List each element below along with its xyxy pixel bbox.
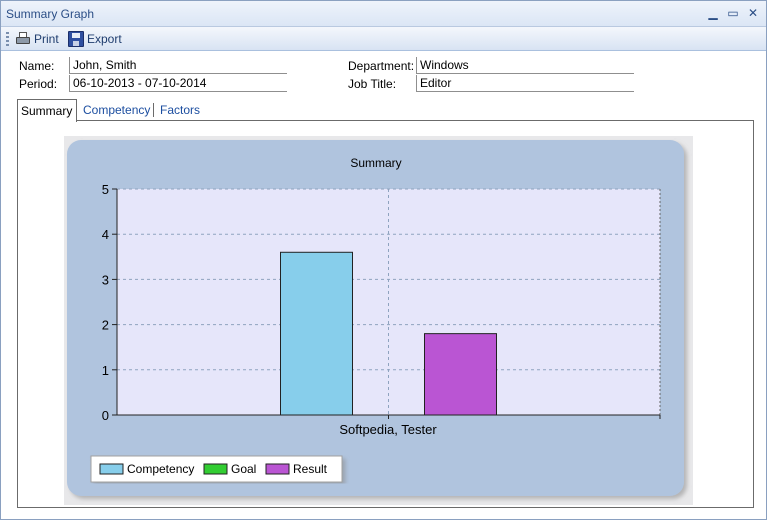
name-label: Name: bbox=[19, 59, 55, 73]
print-label: Print bbox=[34, 32, 59, 46]
legend: Competency Goal Result bbox=[90, 455, 343, 483]
y-tick-label: 5 bbox=[102, 182, 109, 197]
chart-title: Summary bbox=[350, 156, 401, 170]
bar-competency bbox=[280, 251, 353, 416]
window-title: Summary Graph bbox=[6, 7, 95, 21]
department-field[interactable]: Windows bbox=[416, 57, 634, 74]
y-tick-label: 2 bbox=[102, 318, 109, 333]
x-category-label: Softpedia, Tester bbox=[339, 422, 437, 437]
summary-chart: Summary 0 1 2 3 4 5 Softpedia, Tester Compete… bbox=[67, 140, 684, 496]
name-field[interactable]: John, Smith bbox=[69, 57, 287, 74]
minimize-button[interactable]: ▁ bbox=[706, 6, 720, 20]
close-button[interactable]: ✕ bbox=[746, 6, 760, 20]
period-label: Period: bbox=[19, 77, 58, 91]
maximize-button[interactable]: ▭ bbox=[726, 6, 740, 20]
bar-result bbox=[424, 333, 497, 416]
tab-separator bbox=[153, 103, 154, 117]
y-tick-label: 0 bbox=[102, 408, 109, 423]
job-title-label: Job Title: bbox=[348, 77, 397, 91]
print-button[interactable]: Print bbox=[15, 30, 59, 48]
export-button[interactable]: Export bbox=[68, 30, 122, 48]
legend-label-competency: Competency bbox=[127, 462, 194, 476]
toolbar: Print Export bbox=[1, 27, 766, 51]
tab-competency[interactable]: Competency bbox=[80, 99, 152, 121]
y-tick-label: 3 bbox=[102, 272, 109, 287]
legend-swatch-competency bbox=[99, 463, 124, 475]
legend-label-goal: Goal bbox=[231, 462, 256, 476]
export-label: Export bbox=[87, 32, 122, 46]
floppy-disk-icon bbox=[68, 31, 84, 47]
title-bar[interactable]: Summary Graph ▁ ▭ ✕ bbox=[1, 1, 766, 27]
y-tick-label: 4 bbox=[102, 227, 109, 242]
toolbar-grip-icon[interactable] bbox=[6, 32, 9, 46]
summary-graph-window: Summary Graph ▁ ▭ ✕ Print Export Name: J… bbox=[0, 0, 767, 520]
legend-swatch-result bbox=[265, 463, 290, 475]
printer-icon bbox=[15, 31, 31, 47]
tab-factors[interactable]: Factors bbox=[157, 99, 207, 121]
y-tick-label: 1 bbox=[102, 363, 109, 378]
tab-summary[interactable]: Summary bbox=[17, 99, 77, 122]
period-field[interactable]: 06-10-2013 - 07-10-2014 bbox=[69, 75, 287, 92]
chart-area: Summary 0 1 2 3 4 5 Softpedia, Tester Compete… bbox=[64, 136, 693, 505]
legend-swatch-goal bbox=[203, 463, 228, 475]
department-label: Department: bbox=[348, 59, 415, 73]
legend-label-result: Result bbox=[293, 462, 328, 476]
job-title-field[interactable]: Editor bbox=[416, 75, 634, 92]
